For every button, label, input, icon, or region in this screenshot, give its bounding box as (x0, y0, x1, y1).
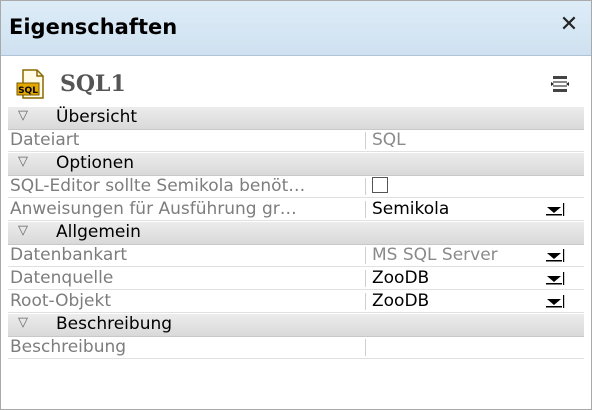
root-object-select[interactable]: ZooDB (372, 291, 429, 311)
section-title: Allgemein (56, 222, 141, 242)
column-separator (365, 270, 366, 287)
section-options[interactable]: ▽ Optionen (8, 152, 584, 176)
dropdown-arrow-icon[interactable] (542, 247, 566, 263)
property-row-group-for-execution: Anweisungen für Ausführung gr… Semikola (8, 198, 584, 221)
execution-grouping-select[interactable]: Semikola (372, 199, 449, 219)
close-icon[interactable]: ✕ (557, 13, 581, 37)
column-separator (365, 132, 366, 149)
dropdown-arrow-icon[interactable] (542, 270, 566, 286)
properties-window: Eigenschaften ✕ SQL SQL1 ▽ Übersicht Dat… (0, 0, 592, 410)
title-bar: Eigenschaften ✕ (1, 1, 591, 56)
window-title: Eigenschaften (9, 15, 178, 39)
column-separator (365, 339, 366, 356)
dropdown-arrow-icon[interactable] (542, 293, 566, 309)
property-label: Root-Objekt (10, 291, 111, 311)
property-row-data-source: Datenquelle ZooDB (8, 267, 584, 290)
property-label: Anweisungen für Ausführung gr… (10, 199, 297, 219)
property-label: Datenquelle (10, 268, 114, 288)
section-description[interactable]: ▽ Beschreibung (8, 313, 584, 337)
column-separator (365, 247, 366, 264)
section-title: Übersicht (56, 107, 138, 127)
column-separator (365, 178, 366, 195)
svg-text:SQL: SQL (18, 86, 38, 96)
object-name: SQL1 (60, 71, 126, 97)
property-row-file-type: Dateiart SQL (8, 129, 584, 152)
object-header: SQL SQL1 (8, 62, 584, 106)
property-row-root-object: Root-Objekt ZooDB (8, 290, 584, 313)
column-separator (365, 293, 366, 310)
column-separator (365, 201, 366, 218)
property-row-require-semicolons: SQL-Editor sollte Semikola benöt… (8, 175, 584, 198)
collapse-triangle-icon[interactable]: ▽ (18, 223, 28, 238)
properties-panel: SQL SQL1 ▽ Übersicht Dateiart SQL ▽ Opti… (8, 62, 584, 408)
section-title: Beschreibung (56, 314, 173, 334)
property-label: Dateiart (10, 130, 80, 150)
property-row-database-kind: Datenbankart MS SQL Server (8, 244, 584, 267)
data-source-select[interactable]: ZooDB (372, 268, 429, 288)
require-semicolons-checkbox[interactable] (372, 177, 388, 193)
property-value: SQL (372, 130, 406, 150)
property-label: Datenbankart (10, 245, 128, 265)
database-kind-select[interactable]: MS SQL Server (372, 245, 498, 265)
collapse-triangle-icon[interactable]: ▽ (18, 154, 28, 169)
property-label: SQL-Editor sollte Semikola benöt… (10, 176, 306, 196)
collapse-triangle-icon[interactable]: ▽ (18, 315, 28, 330)
sql-file-icon: SQL (16, 69, 44, 99)
property-row-description: Beschreibung (8, 336, 584, 359)
dropdown-arrow-icon[interactable] (542, 201, 566, 217)
section-overview[interactable]: ▽ Übersicht (8, 106, 584, 130)
section-title: Optionen (56, 153, 134, 173)
collapse-triangle-icon[interactable]: ▽ (18, 108, 28, 123)
section-general[interactable]: ▽ Allgemein (8, 221, 584, 245)
property-label: Beschreibung (10, 337, 127, 357)
view-options-icon[interactable] (550, 74, 570, 94)
